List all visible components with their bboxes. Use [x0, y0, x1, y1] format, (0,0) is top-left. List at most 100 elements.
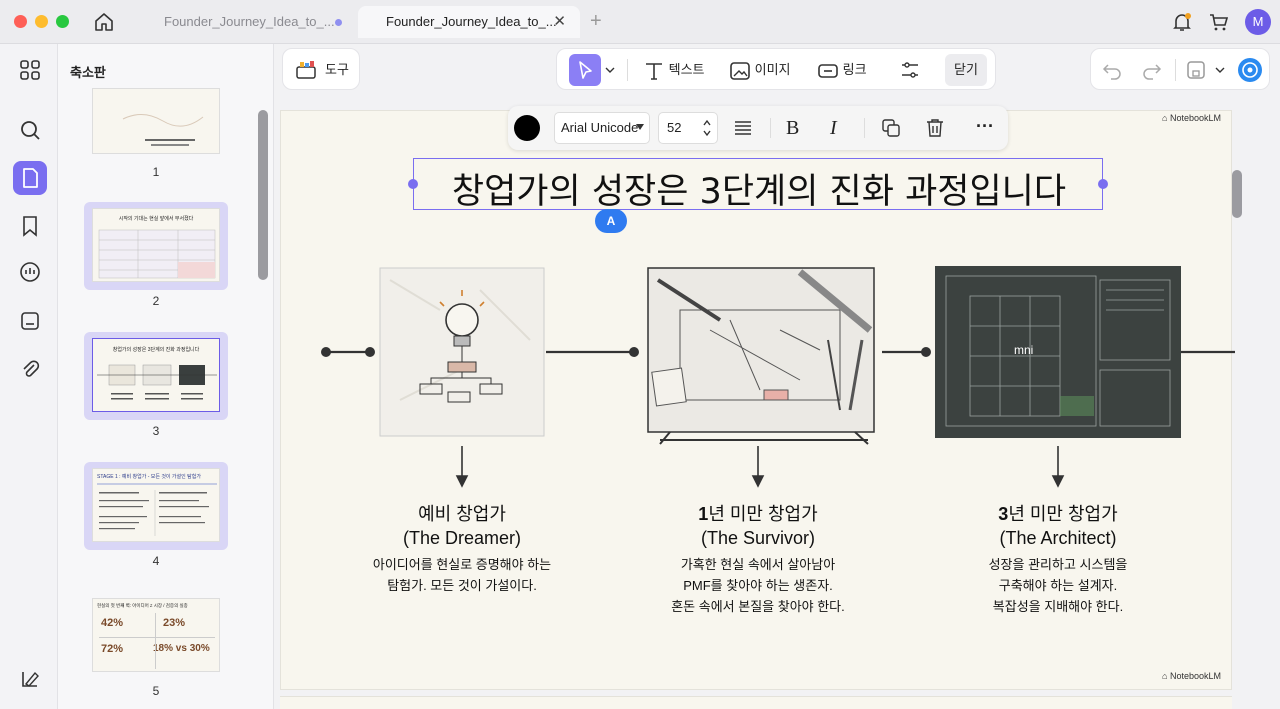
close-edit-button[interactable]: 닫기: [945, 54, 987, 86]
undo-icon[interactable]: [1101, 59, 1123, 81]
maximize-window-button[interactable]: [56, 15, 69, 28]
grid-view-icon[interactable]: [17, 57, 43, 83]
select-tool-button[interactable]: [569, 54, 601, 86]
search-icon[interactable]: [17, 117, 43, 143]
ai-assistant-icon[interactable]: [1237, 57, 1263, 83]
stage-3-title-text: 년 미만 창업가: [1008, 504, 1118, 524]
link-tool-button[interactable]: 링크: [817, 49, 867, 91]
stage-3-title-bold: 3: [998, 504, 1009, 524]
stage-1-subtitle: (The Dreamer): [402, 528, 522, 548]
resize-handle-right[interactable]: [1098, 179, 1108, 189]
stage-3-title: 3년 미만 창업가 (The Architect): [938, 500, 1178, 549]
page-icon: [23, 168, 38, 188]
thumbnail-image: 현실의 첫 번째 벽: 아이디어 ≠ 시장 / 검증의 실종 42% 23% 7…: [92, 598, 220, 672]
watermark-text: NotebookLM: [1169, 671, 1221, 681]
thumbnail-title: 현실의 첫 번째 벽: 아이디어 ≠ 시장 / 검증의 실종: [97, 603, 188, 608]
thumbnail-page-3[interactable]: 창업가의 성장은 3단계의 진화 과정입니다 3: [84, 332, 228, 438]
align-icon[interactable]: [732, 117, 754, 139]
redo-icon[interactable]: [1141, 59, 1163, 81]
bookmark-icon[interactable]: [17, 213, 43, 239]
more-options-icon[interactable]: ···: [976, 117, 998, 139]
stage-2-title-text: 년 미만 창업가: [708, 504, 818, 524]
tab-document-1[interactable]: Founder_Journey_Idea_to_...: [150, 6, 350, 38]
bold-icon[interactable]: B: [786, 117, 808, 139]
title-bar: Founder_Journey_Idea_to_... Founder_Jour…: [0, 0, 1280, 44]
form-icon[interactable]: [17, 308, 43, 334]
thumbnail-image: STAGE 1 : 예비 창업가 - 모든 것이 가설인 탐험가: [92, 468, 220, 542]
home-icon[interactable]: [92, 10, 116, 34]
tab-label: Founder_Journey_Idea_to_...: [386, 14, 557, 29]
size-stepper-icon[interactable]: [702, 118, 712, 138]
layers-icon[interactable]: [17, 666, 43, 692]
user-avatar[interactable]: M: [1245, 9, 1271, 35]
chevron-down-icon[interactable]: [1215, 66, 1225, 74]
minimize-window-button[interactable]: [35, 15, 48, 28]
thumbnail-panel: 축소판 1 시작의 기대는 현실 앞에서 무서졌다 2 창업가의 성장은 3단계…: [58, 44, 274, 709]
stage-3-subtitle: (The Architect): [999, 528, 1117, 548]
new-tab-icon[interactable]: +: [590, 10, 602, 33]
pages-panel-button[interactable]: [13, 161, 47, 195]
delete-icon[interactable]: [924, 117, 946, 139]
unsaved-dot-icon: [335, 19, 342, 26]
comment-icon[interactable]: [17, 259, 43, 285]
chevron-down-icon[interactable]: [605, 66, 615, 74]
thumbnail-stat: 42%: [101, 617, 124, 629]
text-color-swatch[interactable]: [514, 115, 540, 141]
slide-title-textbox[interactable]: 창업가의 성장은 3단계의 진화 과정입니다: [408, 158, 1108, 212]
watermark-text: NotebookLM: [1169, 113, 1221, 123]
watermark-top: ⌂ NotebookLM: [1162, 113, 1221, 123]
thumbnail-title: STAGE 1 : 예비 창업가 - 모든 것이 가설인 탐험가: [97, 474, 201, 480]
close-window-button[interactable]: [14, 15, 27, 28]
page-number: 1: [152, 165, 160, 179]
thumbnail-title: 시작의 기대는 현실 앞에서 무서졌다: [118, 216, 194, 222]
image-tool-button[interactable]: 이미지: [729, 49, 791, 91]
stage-2-description: 가혹한 현실 속에서 살아남아 PMF를 찾아야 하는 생존자. 혼돈 속에서 …: [618, 554, 898, 617]
page-number: 2: [152, 294, 160, 308]
duplicate-icon[interactable]: [880, 117, 902, 139]
text-tool-label: 텍스트: [668, 62, 705, 77]
adjust-sliders-icon[interactable]: [899, 59, 921, 81]
thumbnail-panel-title: 축소판: [70, 65, 106, 80]
divider: [155, 613, 156, 669]
description-line: 구축해야 하는 설계자.: [998, 578, 1118, 593]
notification-bell-icon[interactable]: [1170, 10, 1194, 34]
thumbnail-page-4[interactable]: STAGE 1 : 예비 창업가 - 모든 것이 가설인 탐험가 4: [84, 462, 228, 568]
description-line: PMF를 찾아야 하는 생존자.: [683, 578, 833, 593]
thumbnail-image: [92, 88, 220, 154]
architecture-blueprint: mni: [935, 266, 1181, 438]
divider: [627, 59, 628, 81]
font-size-value: 52: [667, 120, 682, 135]
annotation-badge[interactable]: A: [595, 209, 627, 233]
down-arrows: [455, 446, 1065, 488]
watermark-bottom: ⌂ NotebookLM: [1162, 671, 1221, 681]
font-family-value: Arial Unicode: [561, 120, 639, 135]
page-number: 3: [152, 424, 160, 438]
description-line: 아이디어를 현실로 증명해야 하는: [372, 557, 552, 572]
divider: [770, 118, 771, 138]
tab-document-2[interactable]: Founder_Journey_Idea_to_... ✕: [358, 6, 580, 38]
italic-icon[interactable]: I: [830, 117, 852, 139]
document-scrollbar[interactable]: [1232, 170, 1242, 218]
stage-2-title-bold: 1: [698, 504, 709, 524]
text-icon: [646, 62, 662, 80]
tool-menu-button[interactable]: 도구: [282, 48, 360, 90]
image-icon: [730, 61, 750, 80]
stage-1-title: 예비 창업가 (The Dreamer): [342, 500, 582, 549]
caret-down-icon: [636, 124, 644, 130]
thumbnail-page-1[interactable]: 1: [84, 88, 228, 184]
thumbnail-scrollbar[interactable]: [258, 110, 268, 280]
page-number: 4: [152, 554, 160, 568]
stage-1-description: 아이디어를 현실로 증명해야 하는 탐험가. 모든 것이 가설이다.: [332, 554, 592, 596]
thumbnail-page-2[interactable]: 시작의 기대는 현실 앞에서 무서졌다 2: [84, 202, 228, 308]
text-tool-button[interactable]: 텍스트: [643, 49, 705, 91]
link-tool-label: 링크: [842, 62, 867, 77]
cart-icon[interactable]: [1207, 10, 1231, 34]
thumbnail-page-5[interactable]: 현실의 첫 번째 벽: 아이디어 ≠ 시장 / 검증의 실종 42% 23% 7…: [84, 592, 228, 698]
thumbnail-stat: 23%: [163, 617, 186, 629]
attachment-icon[interactable]: [17, 356, 43, 382]
close-tab-icon[interactable]: ✕: [553, 6, 566, 38]
save-icon[interactable]: [1185, 59, 1207, 81]
slide-title[interactable]: 창업가의 성장은 3단계의 진화 과정입니다: [414, 163, 1104, 214]
description-line: 탐험가. 모든 것이 가설이다.: [387, 578, 537, 593]
resize-handle-left[interactable]: [408, 179, 418, 189]
